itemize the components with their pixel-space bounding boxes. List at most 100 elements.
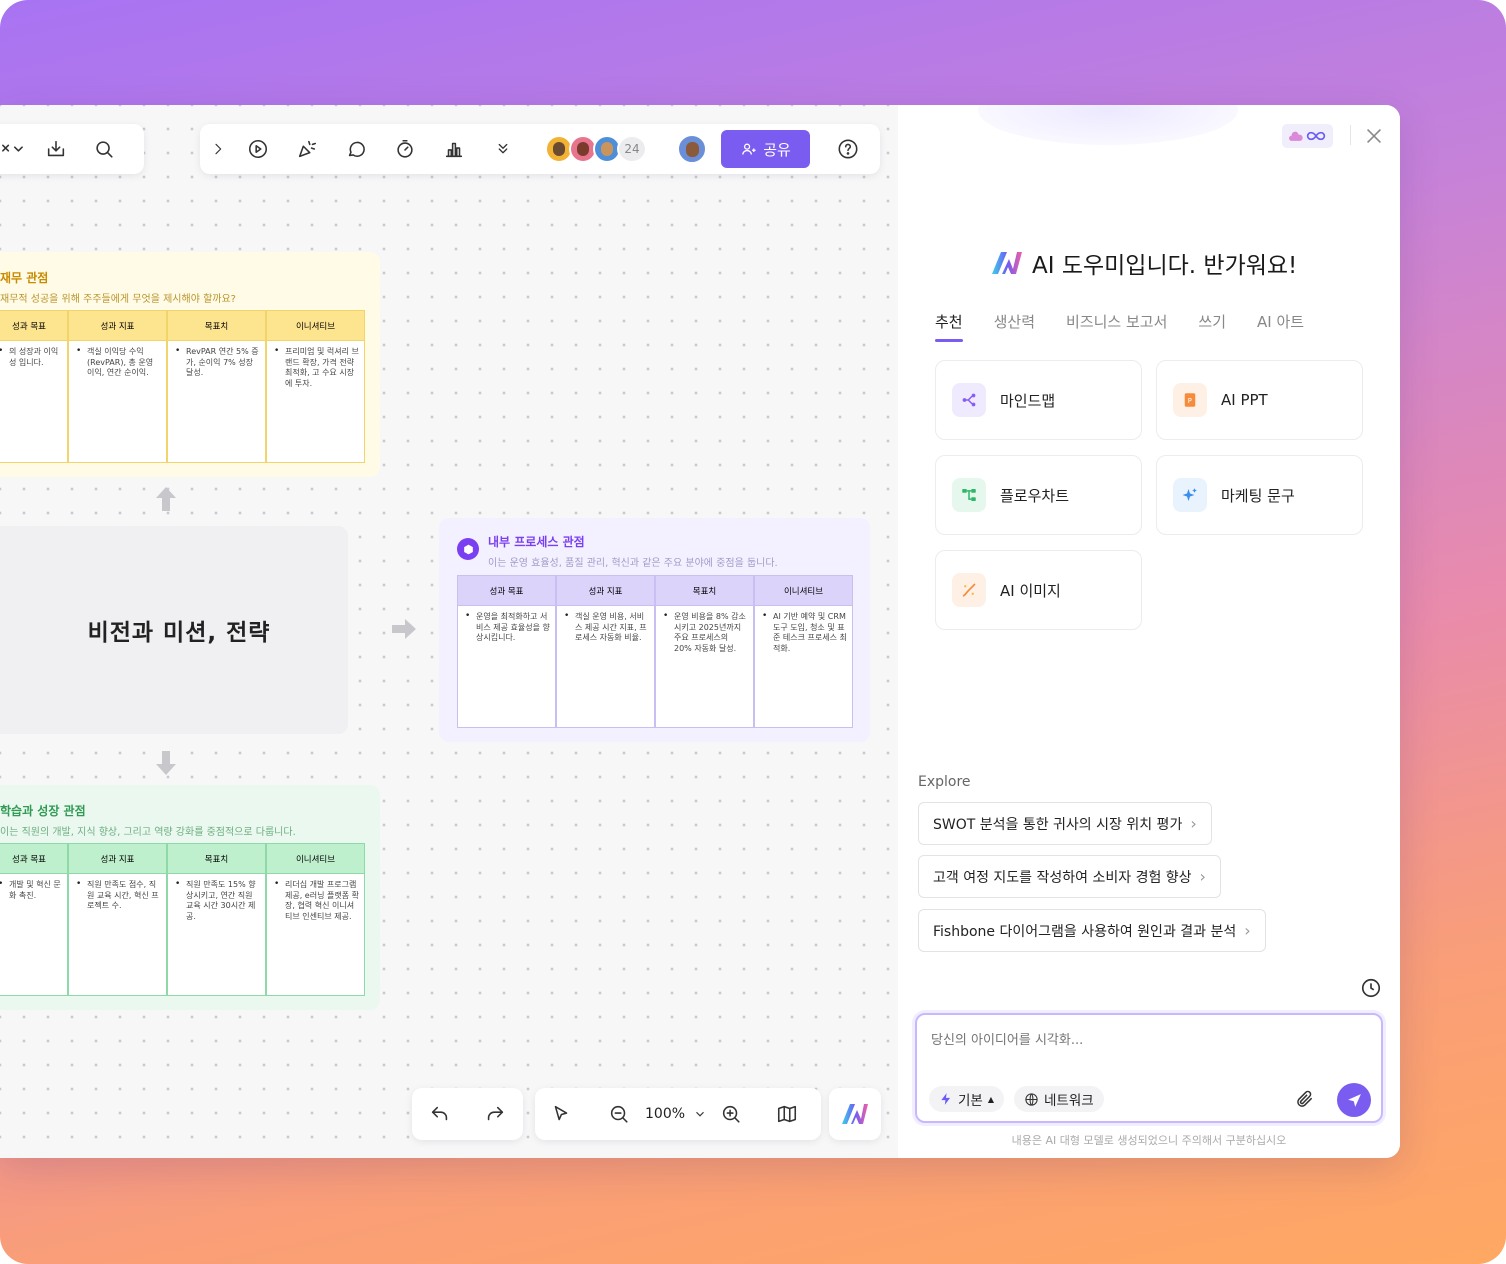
add-user-icon <box>742 143 756 155</box>
mode-select[interactable]: 기본 ▲ <box>929 1086 1004 1112</box>
redo-icon <box>488 1106 504 1121</box>
finance-card[interactable]: 재무 관점 재무적 성공을 위해 주주들에게 무엇을 제시해야 할까요? 성과 … <box>0 252 380 477</box>
attach-button[interactable] <box>1295 1089 1317 1111</box>
undo-icon <box>431 1106 447 1121</box>
explore-item-journey[interactable]: 고객 여정 지도를 작성하여 소비자 경험 향상 › <box>918 855 1221 898</box>
redo-button[interactable] <box>477 1096 513 1132</box>
disclaimer: 내용은 AI 대형 모델로 생성되었으니 주의해서 구분하십시오 <box>1011 1134 1287 1147</box>
explore-item-fishbone[interactable]: Fishbone 다이어그램을 사용하여 원인과 결과 분석 › <box>918 909 1266 952</box>
process-card-title: 내부 프로세스 관점 <box>488 535 585 549</box>
caret-up-icon: ▲ <box>987 1094 994 1104</box>
zoom-in-button[interactable] <box>713 1096 749 1132</box>
table-cell: 프리미엄 및 럭셔리 브랜드 확장, 가격 전략 최적화, 고 수요 시장에 투… <box>266 341 365 463</box>
explore-item-swot[interactable]: SWOT 분석을 통한 귀사의 시장 위치 평가 › <box>918 802 1212 845</box>
table-header: 성과 목표 <box>0 844 68 874</box>
ai-toggle[interactable] <box>829 1088 881 1140</box>
tab-productivity[interactable]: 생산력 <box>994 311 1035 342</box>
select-tool-button[interactable] <box>543 1096 579 1132</box>
mindmap-label: 마인드맵 <box>1000 391 1056 410</box>
lightning-icon <box>941 1093 951 1105</box>
process-table: 성과 목표 성과 지표 목표치 이니셔티브 운영을 최적화하고 서비스 제공 효… <box>457 575 853 728</box>
finance-card-title: 재무 관점 <box>0 271 49 285</box>
table-header: 이니셔티브 <box>754 576 853 606</box>
share-button[interactable]: 공유 <box>721 130 810 168</box>
ai-assistant-panel: AI 도우미입니다. 반가워요! 추천 생산력 비즈니스 보고서 쓰기 AI 아… <box>898 105 1400 1158</box>
ai-ppt-button[interactable]: P AI PPT <box>1156 360 1363 440</box>
search-button[interactable] <box>86 131 122 167</box>
more-tools-button[interactable] <box>485 131 521 167</box>
process-card[interactable]: 내부 프로세스 관점 이는 운영 효율성, 품질 관리, 혁신과 같은 주요 분… <box>439 518 870 742</box>
bar-chart-icon <box>445 142 463 158</box>
table-header: 목표치 <box>167 844 266 874</box>
sparkle-icon <box>1173 478 1207 512</box>
file-toolbar <box>0 124 144 174</box>
table-header: 성과 지표 <box>68 844 167 874</box>
marketing-copy-button[interactable]: 마케팅 문구 <box>1156 455 1363 535</box>
whiteboard-canvas[interactable]: 24 공유 재무 관점 재무적 성공을 위해 주주들에게 무엇을 제시해야 할까… <box>0 105 898 1158</box>
table-cell: RevPAR 연간 5% 증가, 순이익 7% 성장 달성. <box>167 341 266 463</box>
close-panel-button[interactable] <box>1363 125 1385 147</box>
vote-button[interactable] <box>436 131 472 167</box>
explore-item-text: 고객 여정 지도를 작성하여 소비자 경험 향상 <box>933 869 1192 886</box>
mindmap-button[interactable]: 마인드맵 <box>935 360 1142 440</box>
map-view-button[interactable] <box>769 1096 805 1132</box>
present-button[interactable] <box>240 131 276 167</box>
mindmap-icon <box>952 383 986 417</box>
table-header: 성과 지표 <box>68 311 167 341</box>
current-user-avatar[interactable] <box>677 134 707 164</box>
zoom-level-select[interactable]: 100% <box>645 1106 707 1122</box>
table-cell: AI 기반 예약 및 CRM 도구 도입, 청소 및 표준 테스크 프로세스 최… <box>754 606 853 728</box>
infinity-badge[interactable] <box>1282 124 1333 148</box>
celebrate-button[interactable] <box>289 131 325 167</box>
tab-ai-art[interactable]: AI 아트 <box>1257 311 1304 342</box>
undo-button[interactable] <box>422 1096 458 1132</box>
paint-icon <box>952 573 986 607</box>
learning-card[interactable]: 학습과 성장 관점 이는 직원의 개발, 지식 향상, 그리고 역량 강화를 중… <box>0 785 380 1010</box>
table-cell: 의 성장과 이익성 입니다. <box>0 341 68 463</box>
table-cell: 직원 만족도 점수, 직원 교육 시간, 혁신 프로젝트 수. <box>68 874 167 996</box>
collaborator-count-badge: 24 <box>617 135 647 163</box>
download-button[interactable] <box>38 131 74 167</box>
ai-image-label: AI 이미지 <box>1000 581 1061 600</box>
help-button[interactable] <box>830 131 866 167</box>
send-button[interactable] <box>1337 1083 1371 1117</box>
prompt-input[interactable] <box>931 1029 1361 1073</box>
svg-text:P: P <box>1188 397 1192 405</box>
greeting-header: AI 도우미입니다. 반가워요! <box>990 246 1297 280</box>
vision-title: 비전과 미션, 전략 <box>87 620 271 646</box>
expand-toolbar-button[interactable] <box>204 131 232 167</box>
ai-image-button[interactable]: AI 이미지 <box>935 550 1142 630</box>
timer-button[interactable] <box>387 131 423 167</box>
double-chevron-down-icon <box>498 143 508 154</box>
table-cell: 직원 만족도 15% 향상시키고, 연간 직원 교육 시간 30시간 제공. <box>167 874 266 996</box>
zoom-level: 100% <box>645 1106 686 1122</box>
comment-button[interactable] <box>338 131 374 167</box>
vision-card[interactable]: 비전과 미션, 전략 <box>0 526 348 734</box>
table-cell: 개발 및 혁신 문 화 촉진. <box>0 874 68 996</box>
tab-business-report[interactable]: 비즈니스 보고서 <box>1066 311 1167 342</box>
flowchart-label: 플로우차트 <box>1000 486 1070 505</box>
collaborator-avatars[interactable]: 24 <box>545 135 647 163</box>
chevron-right-icon: › <box>1244 921 1251 940</box>
history-button[interactable] <box>1360 977 1382 999</box>
greeting-text: AI 도우미입니다. 반가워요! <box>1032 253 1298 279</box>
cloud-icon <box>1289 131 1303 141</box>
network-toggle[interactable]: 네트워크 <box>1014 1086 1104 1112</box>
explore-label: Explore <box>918 774 971 790</box>
flowchart-button[interactable]: 플로우차트 <box>935 455 1142 535</box>
close-x-icon <box>2 144 23 152</box>
menu-dropdown[interactable] <box>0 131 26 167</box>
chevron-right-icon: › <box>1199 867 1206 886</box>
tab-writing[interactable]: 쓰기 <box>1198 311 1226 342</box>
cube-icon <box>457 538 479 560</box>
send-icon <box>1347 1093 1361 1107</box>
arrow-up-icon <box>156 487 176 511</box>
tab-recommended[interactable]: 추천 <box>935 311 963 342</box>
flowchart-icon <box>952 478 986 512</box>
ai-logo-icon <box>842 1104 868 1124</box>
zoom-out-button[interactable] <box>601 1096 637 1132</box>
table-cell: 운영 비용을 8% 감소시키고 2025년까지 주요 프로세스의 20% 자동화… <box>655 606 754 728</box>
chevron-right-icon <box>215 143 222 155</box>
comment-icon <box>348 141 365 157</box>
main-toolbar: 24 공유 <box>200 124 880 174</box>
